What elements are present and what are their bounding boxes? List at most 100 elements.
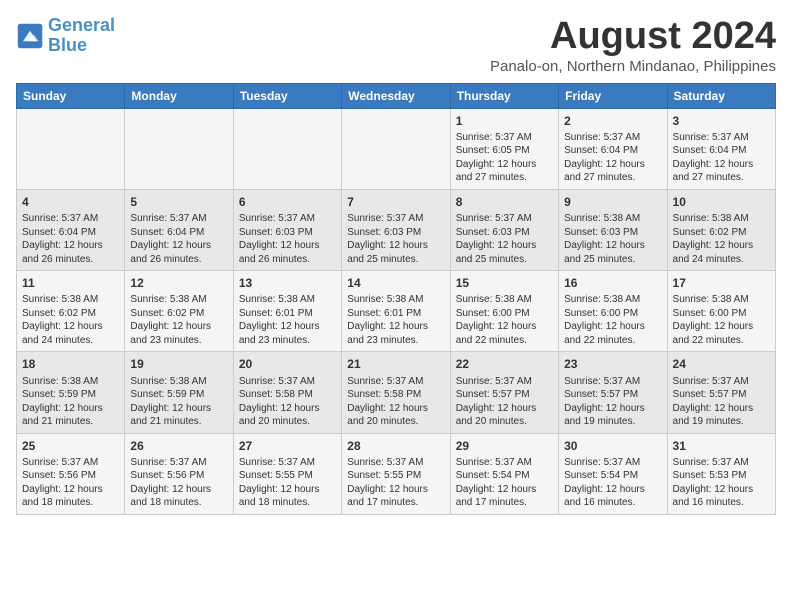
calendar-title: August 2024 — [490, 16, 776, 58]
calendar-cell: 15Sunrise: 5:38 AMSunset: 6:00 PMDayligh… — [450, 271, 558, 352]
calendar-cell — [233, 108, 341, 189]
day-info-text: Sunset: 5:53 PM — [673, 469, 770, 483]
day-info-text: Sunset: 5:56 PM — [22, 469, 119, 483]
day-number: 1 — [456, 113, 553, 129]
day-info-text: Sunset: 6:02 PM — [673, 226, 770, 240]
day-info-text: Sunset: 6:02 PM — [130, 307, 227, 321]
day-number: 28 — [347, 438, 444, 454]
day-info-text: Sunset: 5:56 PM — [130, 469, 227, 483]
day-number: 19 — [130, 356, 227, 372]
day-info-text: Sunrise: 5:37 AM — [564, 456, 661, 470]
calendar-cell: 12Sunrise: 5:38 AMSunset: 6:02 PMDayligh… — [125, 271, 233, 352]
day-info-text: Sunset: 5:54 PM — [564, 469, 661, 483]
calendar-cell: 8Sunrise: 5:37 AMSunset: 6:03 PMDaylight… — [450, 189, 558, 270]
calendar-table: SundayMondayTuesdayWednesdayThursdayFrid… — [16, 83, 776, 515]
day-info-text: Sunrise: 5:38 AM — [239, 293, 336, 307]
weekday-header-sunday: Sunday — [17, 83, 125, 108]
day-info-text: Sunrise: 5:37 AM — [130, 456, 227, 470]
day-info-text: Daylight: 12 hours and 16 minutes. — [673, 483, 770, 510]
calendar-cell: 27Sunrise: 5:37 AMSunset: 5:55 PMDayligh… — [233, 433, 341, 514]
calendar-cell — [342, 108, 450, 189]
day-info-text: Sunrise: 5:37 AM — [130, 212, 227, 226]
day-info-text: Sunrise: 5:37 AM — [347, 375, 444, 389]
day-number: 5 — [130, 194, 227, 210]
calendar-cell: 4Sunrise: 5:37 AMSunset: 6:04 PMDaylight… — [17, 189, 125, 270]
day-info-text: Sunset: 6:01 PM — [239, 307, 336, 321]
day-info-text: Daylight: 12 hours and 21 minutes. — [22, 402, 119, 429]
day-number: 31 — [673, 438, 770, 454]
day-info-text: Sunset: 6:03 PM — [564, 226, 661, 240]
calendar-cell: 3Sunrise: 5:37 AMSunset: 6:04 PMDaylight… — [667, 108, 775, 189]
day-info-text: Daylight: 12 hours and 18 minutes. — [22, 483, 119, 510]
day-info-text: Daylight: 12 hours and 23 minutes. — [347, 320, 444, 347]
day-number: 29 — [456, 438, 553, 454]
calendar-cell: 17Sunrise: 5:38 AMSunset: 6:00 PMDayligh… — [667, 271, 775, 352]
day-info-text: Sunrise: 5:38 AM — [456, 293, 553, 307]
logo-icon — [16, 22, 44, 50]
calendar-cell: 30Sunrise: 5:37 AMSunset: 5:54 PMDayligh… — [559, 433, 667, 514]
calendar-cell: 29Sunrise: 5:37 AMSunset: 5:54 PMDayligh… — [450, 433, 558, 514]
calendar-cell: 23Sunrise: 5:37 AMSunset: 5:57 PMDayligh… — [559, 352, 667, 433]
weekday-header-monday: Monday — [125, 83, 233, 108]
day-info-text: Daylight: 12 hours and 23 minutes. — [130, 320, 227, 347]
logo-blue: Blue — [48, 35, 87, 55]
day-info-text: Daylight: 12 hours and 26 minutes. — [130, 239, 227, 266]
calendar-cell: 28Sunrise: 5:37 AMSunset: 5:55 PMDayligh… — [342, 433, 450, 514]
day-number: 17 — [673, 275, 770, 291]
day-info-text: Sunrise: 5:38 AM — [22, 375, 119, 389]
day-info-text: Sunset: 5:57 PM — [456, 388, 553, 402]
day-info-text: Sunrise: 5:37 AM — [456, 212, 553, 226]
day-info-text: Sunset: 5:54 PM — [456, 469, 553, 483]
day-number: 8 — [456, 194, 553, 210]
day-info-text: Daylight: 12 hours and 26 minutes. — [239, 239, 336, 266]
calendar-cell: 11Sunrise: 5:38 AMSunset: 6:02 PMDayligh… — [17, 271, 125, 352]
day-info-text: Daylight: 12 hours and 16 minutes. — [564, 483, 661, 510]
weekday-header-wednesday: Wednesday — [342, 83, 450, 108]
calendar-cell: 16Sunrise: 5:38 AMSunset: 6:00 PMDayligh… — [559, 271, 667, 352]
day-info-text: Sunrise: 5:38 AM — [130, 293, 227, 307]
day-info-text: Sunrise: 5:37 AM — [456, 375, 553, 389]
weekday-header-saturday: Saturday — [667, 83, 775, 108]
calendar-cell: 24Sunrise: 5:37 AMSunset: 5:57 PMDayligh… — [667, 352, 775, 433]
day-info-text: Daylight: 12 hours and 17 minutes. — [347, 483, 444, 510]
day-info-text: Daylight: 12 hours and 23 minutes. — [239, 320, 336, 347]
day-info-text: Daylight: 12 hours and 24 minutes. — [22, 320, 119, 347]
day-info-text: Sunset: 5:59 PM — [22, 388, 119, 402]
day-info-text: Sunset: 5:58 PM — [239, 388, 336, 402]
calendar-cell — [17, 108, 125, 189]
day-number: 11 — [22, 275, 119, 291]
title-block: August 2024 Panalo-on, Northern Mindanao… — [490, 16, 776, 75]
day-number: 24 — [673, 356, 770, 372]
day-info-text: Daylight: 12 hours and 22 minutes. — [564, 320, 661, 347]
calendar-subtitle: Panalo-on, Northern Mindanao, Philippine… — [490, 58, 776, 75]
day-info-text: Sunset: 5:55 PM — [239, 469, 336, 483]
day-info-text: Sunset: 6:00 PM — [564, 307, 661, 321]
day-info-text: Daylight: 12 hours and 27 minutes. — [564, 158, 661, 185]
day-info-text: Daylight: 12 hours and 20 minutes. — [239, 402, 336, 429]
calendar-week-row: 1Sunrise: 5:37 AMSunset: 6:05 PMDaylight… — [17, 108, 776, 189]
day-info-text: Daylight: 12 hours and 25 minutes. — [456, 239, 553, 266]
day-info-text: Daylight: 12 hours and 19 minutes. — [673, 402, 770, 429]
day-info-text: Sunset: 6:04 PM — [130, 226, 227, 240]
day-info-text: Sunrise: 5:38 AM — [564, 212, 661, 226]
day-info-text: Daylight: 12 hours and 19 minutes. — [564, 402, 661, 429]
day-info-text: Daylight: 12 hours and 25 minutes. — [564, 239, 661, 266]
day-info-text: Daylight: 12 hours and 22 minutes. — [673, 320, 770, 347]
day-number: 23 — [564, 356, 661, 372]
calendar-week-row: 4Sunrise: 5:37 AMSunset: 6:04 PMDaylight… — [17, 189, 776, 270]
day-info-text: Sunrise: 5:37 AM — [22, 212, 119, 226]
day-info-text: Sunset: 6:04 PM — [22, 226, 119, 240]
day-info-text: Sunrise: 5:37 AM — [673, 131, 770, 145]
day-info-text: Sunrise: 5:38 AM — [22, 293, 119, 307]
day-info-text: Sunset: 5:57 PM — [673, 388, 770, 402]
day-info-text: Sunrise: 5:37 AM — [347, 456, 444, 470]
day-info-text: Sunrise: 5:38 AM — [347, 293, 444, 307]
day-info-text: Daylight: 12 hours and 26 minutes. — [22, 239, 119, 266]
day-info-text: Sunrise: 5:37 AM — [673, 456, 770, 470]
day-number: 3 — [673, 113, 770, 129]
day-info-text: Sunset: 6:04 PM — [564, 144, 661, 158]
calendar-week-row: 25Sunrise: 5:37 AMSunset: 5:56 PMDayligh… — [17, 433, 776, 514]
day-info-text: Sunset: 5:59 PM — [130, 388, 227, 402]
calendar-cell: 14Sunrise: 5:38 AMSunset: 6:01 PMDayligh… — [342, 271, 450, 352]
calendar-cell: 6Sunrise: 5:37 AMSunset: 6:03 PMDaylight… — [233, 189, 341, 270]
